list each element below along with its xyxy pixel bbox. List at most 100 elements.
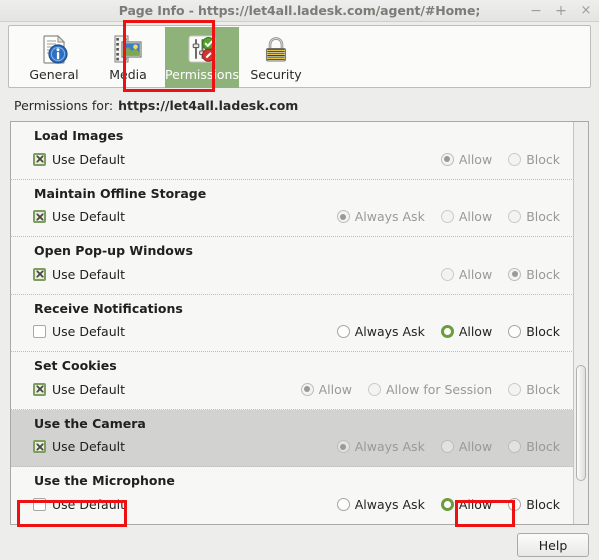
radio-unselected-icon [508, 497, 522, 511]
permissions-for-line: Permissions for: https://let4all.ladesk.c… [14, 98, 298, 113]
radio-label: Block [526, 324, 560, 339]
radio-block[interactable]: Block [508, 267, 560, 282]
radio-block[interactable]: Block [508, 382, 560, 397]
radio-block[interactable]: Block [508, 324, 560, 339]
radio-unselected-icon [336, 497, 350, 511]
tab-label: Security [250, 67, 302, 82]
radio-always-ask[interactable]: Always Ask [336, 209, 425, 224]
radio-label: Block [526, 439, 560, 454]
radio-unselected-icon [440, 210, 454, 223]
radio-unselected-icon [508, 440, 522, 453]
window-title: Page Info - https://let4all.ladesk.com/a… [118, 3, 481, 18]
permission-row: Load Images Use Default Allow Block [11, 122, 574, 180]
permission-controls: Use Default Allow Block [11, 149, 574, 171]
permission-options: Always Ask Allow Block [336, 207, 560, 227]
use-default-checkbox[interactable]: Use Default [33, 149, 125, 169]
radio-selected-icon [336, 210, 350, 223]
minimize-icon[interactable]: − [529, 4, 543, 18]
tab-label: General [29, 67, 79, 82]
page-info-dialog: Page Info - https://let4all.ladesk.com/a… [0, 0, 599, 560]
help-button[interactable]: Help [517, 533, 589, 557]
permission-controls: Use Default Allow Allow for Session Block [11, 379, 574, 401]
radio-label: Allow [458, 324, 493, 339]
use-default-label: Use Default [52, 266, 125, 282]
permissions-list-inner: Load Images Use Default Allow Block Maintain… [11, 122, 574, 524]
radio-unselected-icon [336, 325, 350, 338]
radio-unselected-icon [508, 382, 522, 396]
radio-block[interactable]: Block [508, 209, 560, 224]
radio-block[interactable]: Block [508, 497, 560, 512]
use-default-checkbox[interactable]: Use Default [33, 264, 125, 284]
use-default-checkbox[interactable]: Use Default [33, 322, 125, 342]
permission-controls: Use Default Always Ask Allow Block [11, 494, 574, 516]
radio-allow[interactable]: Allow [440, 152, 492, 167]
radio-allow[interactable]: Allow [440, 209, 492, 224]
tab-permissions[interactable]: Permissions [165, 27, 239, 88]
padlock-icon [259, 32, 293, 66]
radio-selected-icon [440, 152, 454, 166]
permission-options: Allow Allow for Session Block [300, 379, 560, 399]
radio-block[interactable]: Block [508, 152, 560, 167]
radio-label: Always Ask [354, 209, 425, 224]
radio-always-ask[interactable]: Always Ask [336, 497, 425, 512]
use-default-checkbox[interactable]: Use Default [33, 494, 125, 514]
permission-row: Receive Notifications Use Default Always A… [11, 294, 574, 352]
radio-allow[interactable]: Allow [440, 267, 492, 282]
tab-media[interactable]: Media [91, 27, 165, 88]
radio-allow[interactable]: Allow [300, 382, 352, 397]
use-default-label: Use Default [52, 324, 125, 339]
permission-options: Always Ask Allow Block [336, 437, 560, 457]
tab-strip: General Media Permissions Security [17, 27, 313, 88]
radio-label: Block [526, 496, 560, 512]
permissions-for-url: https://let4all.ladesk.com [118, 98, 299, 113]
permission-options: Always Ask Allow Block [336, 322, 560, 342]
permission-controls: Use Default Always Ask Allow Block [11, 322, 574, 344]
radio-label: Always Ask [354, 324, 425, 339]
radio-allow-for-session[interactable]: Allow for Session [367, 381, 493, 397]
permission-options: Allow Block [440, 264, 560, 284]
tab-general[interactable]: General [17, 27, 91, 88]
radio-unselected-icon [508, 325, 522, 338]
radio-block[interactable]: Block [508, 439, 560, 454]
radio-allow[interactable]: Allow [440, 497, 492, 512]
scrollbar-thumb[interactable] [576, 365, 586, 481]
permissions-for-label: Permissions for: [14, 98, 114, 113]
permission-row: Use the Microphone Use Default Always Ask A… [11, 467, 574, 524]
radio-unselected-icon [508, 152, 522, 166]
use-default-checkbox[interactable]: Use Default [33, 379, 125, 399]
permission-name: Load Images [34, 128, 124, 143]
document-info-icon [37, 32, 71, 66]
checkbox-unchecked-icon [33, 325, 46, 338]
use-default-label: Use Default [52, 151, 125, 167]
radio-label: Block [526, 381, 560, 397]
radio-always-ask[interactable]: Always Ask [336, 439, 425, 454]
permission-name: Use the Camera [34, 415, 146, 431]
radio-label: Block [526, 209, 560, 224]
radio-label: Always Ask [354, 439, 425, 454]
tab-label: Permissions [165, 67, 239, 82]
maximize-icon[interactable]: + [554, 4, 568, 18]
permission-row: Set Cookies Use Default Allow Allow for Ses… [11, 352, 574, 410]
radio-allow[interactable]: Allow [440, 439, 493, 454]
use-default-label: Use Default [52, 381, 125, 397]
radio-label: Block [526, 266, 560, 282]
radio-allow[interactable]: Allow [440, 324, 493, 339]
radio-unselected-icon [440, 440, 454, 453]
radio-selected-icon [440, 497, 454, 511]
radio-always-ask[interactable]: Always Ask [336, 324, 425, 339]
tab-security[interactable]: Security [239, 27, 313, 88]
radio-selected-icon [440, 325, 454, 338]
permission-controls: Use Default Allow Block [11, 264, 574, 286]
permission-name: Open Pop-up Windows [34, 243, 193, 258]
use-default-label: Use Default [52, 209, 125, 224]
vertical-scrollbar[interactable] [573, 122, 588, 524]
use-default-checkbox[interactable]: Use Default [33, 437, 125, 457]
radio-label: Allow for Session [385, 381, 493, 397]
checkbox-checked-icon [33, 210, 46, 223]
radio-label: Allow [458, 439, 493, 454]
radio-selected-icon [300, 382, 314, 396]
checkbox-checked-icon [33, 440, 46, 453]
close-icon[interactable]: × [579, 4, 593, 18]
use-default-checkbox[interactable]: Use Default [33, 207, 125, 227]
permission-row: Maintain Offline Storage Use Default Alway… [11, 179, 574, 237]
